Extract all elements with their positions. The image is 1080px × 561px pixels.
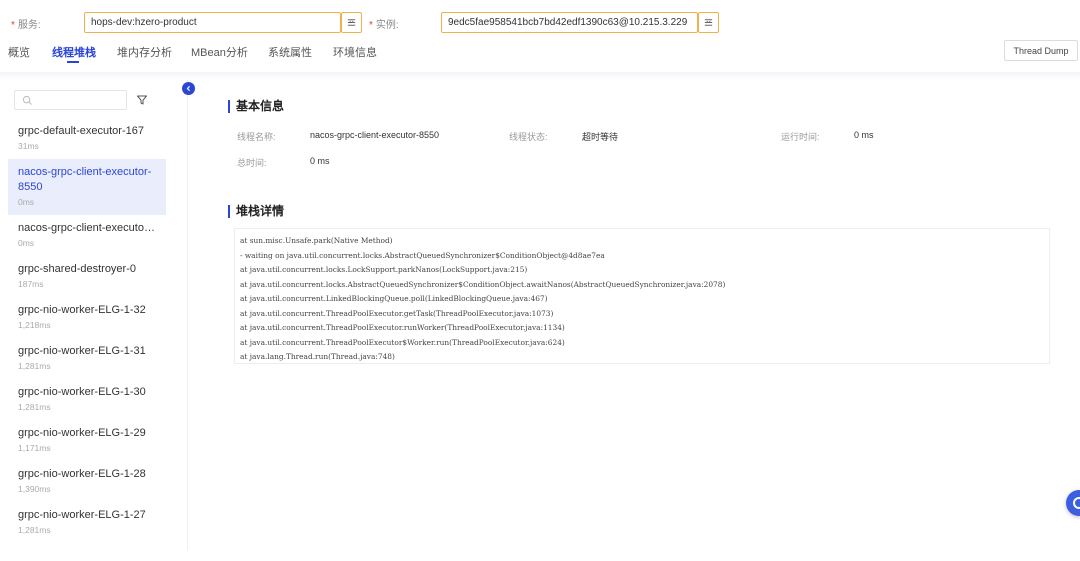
tab-bar: 概览 线程堆栈 堆内存分析 MBean分析 系统属性 环境信息 [0, 42, 1000, 68]
list-item-selected[interactable]: nacos-grpc-client-executor-8550 0ms [8, 159, 166, 215]
list-item[interactable]: grpc-nio-worker-ELG-1-31 1,281ms [8, 338, 166, 379]
divider [0, 72, 1080, 80]
filter-icon [137, 95, 147, 105]
instance-field[interactable]: 9edc5fae958541bcb7bd42edf1390c63@10.215.… [441, 12, 698, 33]
stack-line: at sun.misc.Unsafe.park(Native Method) [240, 236, 393, 245]
tab-system-properties[interactable]: 系统属性 [268, 44, 312, 60]
thread-name: grpc-nio-worker-ELG-1-29 [18, 427, 146, 439]
filter-bar: * 服务: hops-dev:hzero-product * 实例: 9edc5fa… [0, 0, 1080, 40]
stack-line: at java.util.concurrent.LinkedBlockingQu… [240, 294, 548, 303]
tab-thread-stack[interactable]: 线程堆栈 [52, 44, 96, 60]
thread-name-value: nacos-grpc-client-executor-8550 [310, 130, 440, 140]
thread-name: nacos-grpc-client-executor... [18, 222, 156, 234]
list-item[interactable]: nacos-grpc-client-executor... 0ms [8, 215, 166, 256]
list-select-icon [347, 19, 356, 26]
tab-environment-info[interactable]: 环境信息 [333, 44, 377, 60]
instance-select-button[interactable] [698, 12, 719, 33]
section-title-stack-details: 堆栈详情 [228, 205, 284, 218]
thread-time: 1,281ms [18, 402, 51, 412]
run-time-label: 运行时间: [781, 132, 820, 142]
list-item[interactable]: grpc-nio-worker-ELG-1-32 1,218ms [8, 297, 166, 338]
collapse-sidebar-button[interactable] [182, 82, 195, 95]
thread-time: 31ms [18, 141, 39, 151]
thread-sidebar: grpc-default-executor-167 31ms nacos-grp… [8, 80, 188, 550]
list-item[interactable]: grpc-default-executor-167 31ms [8, 118, 166, 159]
list-select-icon [704, 19, 713, 26]
help-float-button[interactable] [1066, 490, 1080, 516]
thread-name: grpc-nio-worker-ELG-1-28 [18, 468, 146, 480]
stack-line: at java.util.concurrent.ThreadPoolExecut… [240, 337, 565, 347]
list-item[interactable]: grpc-nio-worker-ELG-1-27 1,281ms [8, 502, 166, 543]
thread-time: 0ms [18, 197, 35, 207]
stack-line: at java.util.concurrent.locks.LockSuppor… [240, 265, 528, 274]
stack-line: at java.lang.Thread.run(Thread.java:748) [240, 352, 395, 361]
thread-time: 1,218ms [18, 320, 51, 330]
thread-search-input[interactable] [14, 90, 127, 110]
thread-state-value: 超时等待 [582, 132, 619, 142]
stack-line: at java.util.concurrent.ThreadPoolExecut… [240, 323, 565, 332]
chevron-left-icon [186, 85, 190, 92]
thread-time: 1,281ms [18, 525, 51, 535]
thread-name: grpc-nio-worker-ELG-1-32 [18, 304, 146, 316]
active-tab-indicator [67, 61, 79, 63]
thread-name-label: 线程名称: [237, 132, 276, 142]
thread-time: 187ms [18, 279, 44, 289]
thread-dump-button[interactable]: Thread Dump [1004, 40, 1078, 61]
instance-label: * 实例: [369, 20, 399, 31]
list-item[interactable]: grpc-nio-worker-ELG-1-29 1,171ms [8, 420, 166, 461]
thread-name: grpc-nio-worker-ELG-1-30 [18, 386, 146, 398]
service-select-button[interactable] [341, 12, 362, 33]
total-time-value: 0 ms [310, 156, 330, 166]
service-label: * 服务: [11, 20, 41, 31]
list-item[interactable]: grpc-nio-worker-ELG-1-30 1,281ms [8, 379, 166, 420]
stack-line: - waiting on java.util.concurrent.locks.… [240, 250, 605, 260]
stack-line: at java.util.concurrent.ThreadPoolExecut… [240, 308, 554, 318]
list-item[interactable]: grpc-shared-destroyer-0 187ms [8, 256, 166, 297]
thread-list: grpc-default-executor-167 31ms nacos-grp… [8, 118, 166, 543]
tab-overview[interactable]: 概览 [8, 44, 30, 60]
run-time-value: 0 ms [854, 130, 874, 140]
thread-name: grpc-shared-destroyer-0 [18, 263, 136, 275]
service-field[interactable]: hops-dev:hzero-product [84, 12, 341, 33]
thread-time: 1,171ms [18, 443, 51, 453]
thread-name: nacos-grpc-client-executor-8550 [18, 166, 152, 193]
stack-trace-box: at sun.misc.Unsafe.park(Native Method) -… [234, 228, 1050, 364]
tab-mbean-analysis[interactable]: MBean分析 [191, 44, 248, 60]
section-title-basic-info: 基本信息 [228, 100, 284, 113]
filter-button[interactable] [132, 90, 152, 110]
thread-time: 1,390ms [18, 484, 51, 494]
thread-name: grpc-nio-worker-ELG-1-27 [18, 509, 146, 521]
thread-time: 0ms [18, 238, 35, 248]
search-icon [22, 95, 32, 105]
list-item[interactable]: grpc-nio-worker-ELG-1-28 1,390ms [8, 461, 166, 502]
tab-heap-analysis[interactable]: 堆内存分析 [117, 44, 172, 60]
thread-time: 1,281ms [18, 361, 51, 371]
thread-state-label: 线程状态: [509, 132, 548, 142]
thread-name: grpc-nio-worker-ELG-1-31 [18, 345, 146, 357]
stack-line: at java.util.concurrent.locks.AbstractQu… [240, 279, 726, 289]
thread-name: grpc-default-executor-167 [18, 125, 144, 137]
total-time-label: 总时间: [237, 158, 267, 168]
